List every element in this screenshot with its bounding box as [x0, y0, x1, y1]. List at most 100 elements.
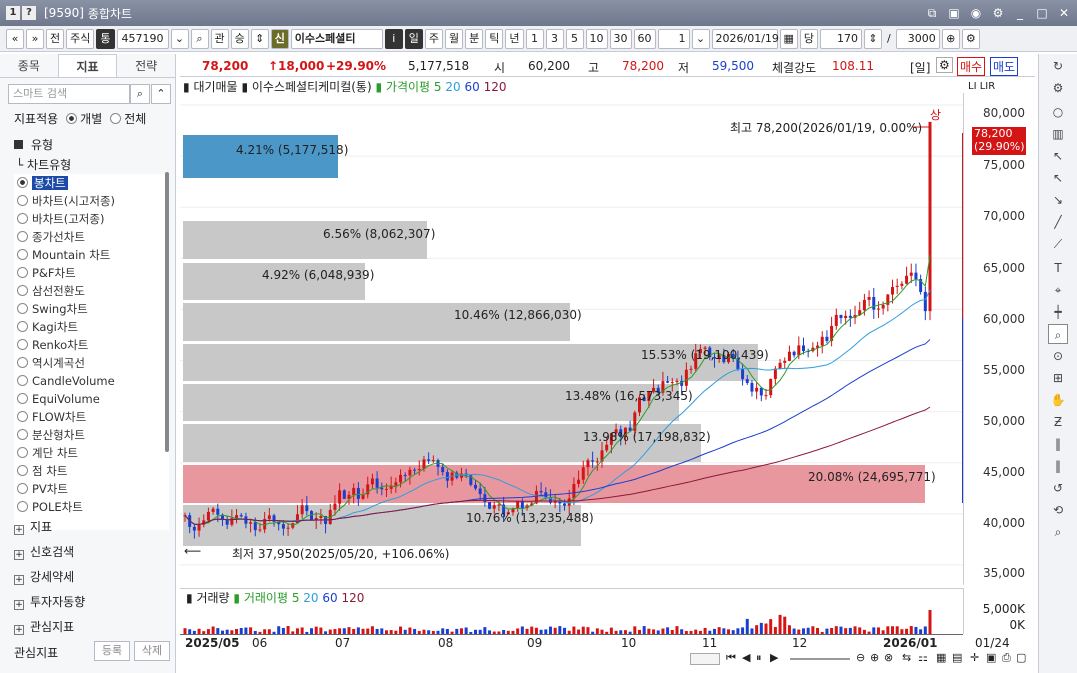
legend-volume[interactable]: 거래량 — [196, 591, 229, 605]
interval-30[interactable]: 30 — [609, 28, 632, 49]
auto-line-icon[interactable]: ⟋ — [1048, 234, 1068, 254]
legend-vp[interactable]: 대기매물 — [193, 80, 237, 94]
prev-button[interactable]: « — [6, 28, 24, 49]
tab-strategy[interactable]: 전략 — [117, 54, 175, 77]
section-type[interactable]: 유형 — [14, 136, 53, 153]
zoom-reset-icon[interactable]: ⊗ — [884, 651, 893, 664]
search-icon[interactable]: ⌕ — [130, 84, 150, 104]
chart-type-item[interactable]: CandleVolume — [14, 372, 169, 390]
chart-type-item[interactable]: 봉차트 — [14, 174, 169, 192]
legend-vma5[interactable]: 5 — [292, 591, 300, 605]
crosshair-icon[interactable]: ✛ — [970, 651, 979, 664]
grid-icon[interactable]: ▤ — [952, 651, 962, 664]
radio-individual[interactable]: 개별 — [66, 110, 102, 127]
hand-icon[interactable]: ✋ — [1048, 390, 1068, 410]
bars2-icon[interactable]: ‖ — [1048, 456, 1068, 476]
gear-icon[interactable]: ⚙ — [1048, 78, 1068, 98]
link-icon[interactable]: ⧉ — [925, 6, 939, 20]
interval-60[interactable]: 60 — [633, 28, 656, 49]
collapse-icon[interactable]: ⌃ — [151, 84, 171, 104]
period-minute[interactable]: 분 — [465, 28, 484, 49]
chart-type-item[interactable]: POLE차트 — [14, 498, 169, 516]
tree-investor[interactable]: + 투자자동향 — [14, 593, 85, 610]
line-icon[interactable]: ╱ — [1048, 212, 1068, 232]
zoom-out-icon[interactable]: ⊖ — [856, 651, 865, 664]
zigzag-icon[interactable]: Ƶ — [1048, 412, 1068, 432]
chart-type-item[interactable]: P&F차트 — [14, 264, 169, 282]
period-day[interactable]: 일 — [404, 28, 423, 49]
delete-button[interactable]: 삭제 — [134, 641, 170, 661]
search-icon[interactable]: ⌕ — [1048, 522, 1068, 542]
save-icon[interactable]: ▢ — [1016, 651, 1026, 664]
legend-ma60[interactable]: 60 — [464, 80, 479, 94]
scroll-thumb[interactable] — [690, 653, 720, 665]
legend-ma120[interactable]: 120 — [484, 80, 507, 94]
legend-vma60[interactable]: 60 — [322, 591, 337, 605]
compare-icon[interactable]: ⇆ — [902, 651, 911, 664]
step-input[interactable]: 1 — [657, 28, 690, 49]
zoom-grid-icon[interactable]: ⊞ — [1048, 368, 1068, 388]
tab-stock[interactable]: 종목 — [0, 54, 58, 77]
step-dropdown-icon[interactable]: ⌄ — [691, 28, 710, 49]
circle-icon[interactable]: ○ — [1048, 102, 1068, 122]
table-icon[interactable]: ▦ — [936, 651, 946, 664]
chart-type-item[interactable]: 점 차트 — [14, 462, 169, 480]
zoom-area-icon[interactable]: ⊙ — [1048, 346, 1068, 366]
tree-signal[interactable]: + 신호검색 — [14, 543, 74, 560]
skip-start-icon[interactable]: ⏮ — [726, 651, 736, 665]
axis-mode-icon[interactable]: LI LIR — [968, 81, 995, 92]
maximize-icon[interactable]: □ — [1035, 6, 1049, 20]
chart-type-item[interactable]: 바차트(고저종) — [14, 210, 169, 228]
subsection-chart-type[interactable]: └ 차트유형 — [16, 156, 71, 173]
gwan-button[interactable]: 관 — [210, 28, 229, 49]
chart-icon[interactable]: ▥ — [1048, 124, 1068, 144]
step-back-icon[interactable]: ◀ — [742, 651, 750, 664]
candle-icon[interactable]: ┿ — [1048, 302, 1068, 322]
pause-icon[interactable]: ⏸ — [756, 651, 762, 665]
minimize-icon[interactable]: _ — [1013, 6, 1027, 20]
tree-favorite[interactable]: + 관심지표 — [14, 618, 74, 635]
stock-type-select[interactable]: 주식 — [66, 28, 95, 49]
auto-pattern-icon[interactable]: ⌖ — [1048, 280, 1068, 300]
menu-icon[interactable]: 1 — [6, 6, 20, 20]
chart-type-item[interactable]: 분산형차트 — [14, 426, 169, 444]
spin-icon[interactable]: ⇕ — [250, 28, 269, 49]
period-month[interactable]: 월 — [445, 28, 464, 49]
zoom-in-icon[interactable]: ⊕ — [870, 651, 879, 664]
cursor-icon[interactable]: ↖ — [1048, 168, 1068, 188]
period-tick[interactable]: 틱 — [485, 28, 504, 49]
cursor-plus-icon[interactable]: ↖ — [1048, 146, 1068, 166]
date-input[interactable]: 2026/01/19 — [711, 28, 779, 49]
chart-type-item[interactable]: EquiVolume — [14, 390, 169, 408]
image-icon[interactable]: ▣ — [986, 651, 996, 664]
legend-ma20[interactable]: 20 — [445, 80, 460, 94]
chart-scroll-bar[interactable]: ⏮ ◀ ⏸ ▶ ⊖ ⊕ ⊗ ⇆ ⚏ ▦ ▤ ✛ ▣ ⎙ ▢ — [690, 651, 1035, 669]
count-spin-icon[interactable]: ⇕ — [864, 28, 883, 49]
restore-icon[interactable]: ⟲ — [1048, 500, 1068, 520]
stock-code-input[interactable]: 457190 — [116, 28, 169, 49]
period-week[interactable]: 주 — [424, 28, 443, 49]
radio-all[interactable]: 전체 — [110, 110, 146, 127]
gear-icon[interactable]: ⚙ — [961, 28, 980, 49]
list-scrollbar[interactable] — [165, 172, 169, 452]
chart-type-icon[interactable]: ⚏ — [918, 651, 928, 664]
legend-vma120[interactable]: 120 — [342, 591, 365, 605]
search-icon[interactable]: ⌕ — [190, 28, 209, 49]
legend-vma20[interactable]: 20 — [303, 591, 318, 605]
zoom-slider[interactable] — [790, 658, 850, 660]
zoom-icon[interactable]: ⊕ — [941, 28, 960, 49]
calendar-icon[interactable]: ▦ — [779, 28, 798, 49]
interval-5[interactable]: 5 — [565, 28, 584, 49]
help-icon[interactable]: ? — [22, 6, 36, 20]
text-icon[interactable]: T — [1048, 258, 1068, 278]
next-button[interactable]: » — [26, 28, 44, 49]
pointer-icon[interactable]: ↘ — [1048, 190, 1068, 210]
seung-button[interactable]: 승 — [230, 28, 249, 49]
settings-icon[interactable]: ⚙ — [991, 6, 1005, 20]
bars-icon[interactable]: ‖ — [1048, 434, 1068, 454]
buy-button[interactable]: 매수 — [957, 57, 986, 76]
chevron-down-icon[interactable]: ⌄ — [170, 28, 189, 49]
tree-indicator[interactable]: + 지표 — [14, 518, 52, 535]
chart-type-item[interactable]: FLOW차트 — [14, 408, 169, 426]
smart-search-input[interactable]: 스마트 검색 — [8, 84, 130, 104]
